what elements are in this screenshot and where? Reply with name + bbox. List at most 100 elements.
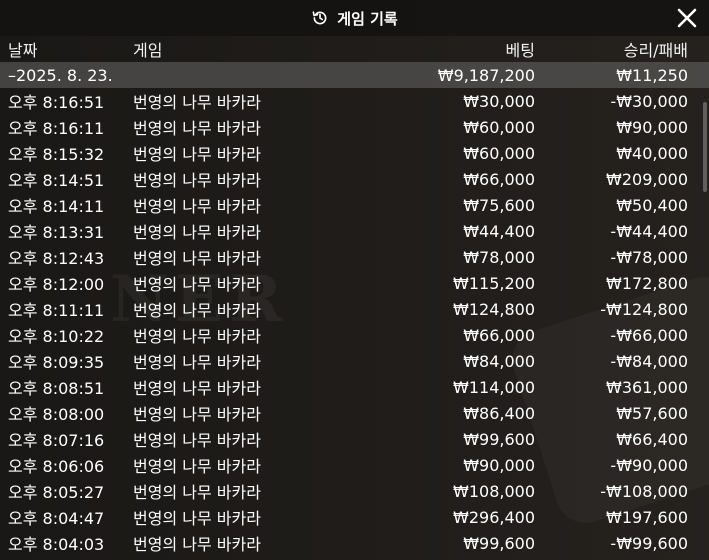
summary-date: –2025. 8. 23. [8, 65, 113, 85]
row-bet: ₩60,000 [463, 117, 535, 137]
table-row[interactable]: 오후 8:14:51 번영의 나무 바카라 ₩66,000 ₩209,000 [0, 166, 709, 192]
title-wrap: 게임 기록 [311, 8, 398, 29]
table-row[interactable]: 오후 8:14:11 번영의 나무 바카라 ₩75,600 ₩50,400 [0, 192, 709, 218]
row-time: 오후 8:13:31 [8, 223, 105, 242]
row-time: 오후 8:16:51 [8, 93, 105, 112]
row-time: 오후 8:12:00 [8, 275, 105, 294]
row-bet: ₩296,400 [453, 507, 535, 527]
row-bet: ₩124,800 [453, 299, 535, 319]
table-row[interactable]: 오후 8:08:51 번영의 나무 바카라 ₩114,000 ₩361,000 [0, 374, 709, 400]
row-win-loss: -₩78,000 [610, 247, 688, 267]
row-win-loss: -₩90,000 [610, 455, 688, 475]
row-game: 번영의 나무 바카라 [133, 171, 261, 190]
row-bet: ₩90,000 [463, 455, 535, 475]
column-header-game[interactable]: 게임 [133, 37, 385, 61]
column-header-date[interactable]: 날짜 [0, 37, 133, 61]
row-bet: ₩99,600 [463, 429, 535, 449]
row-win-loss: ₩209,000 [606, 169, 688, 189]
row-game: 번영의 나무 바카라 [133, 405, 261, 424]
row-game: 번영의 나무 바카라 [133, 535, 261, 554]
summary-bet: ₩9,187,200 [437, 65, 535, 85]
row-win-loss: -₩108,000 [600, 481, 688, 501]
row-time: 오후 8:09:35 [8, 353, 105, 372]
column-header-win-loss[interactable]: 승리/패배 [535, 37, 688, 61]
summary-win-loss: ₩11,250 [616, 65, 688, 85]
close-icon [677, 8, 697, 28]
row-time: 오후 8:14:51 [8, 171, 105, 190]
close-button[interactable] [675, 6, 699, 30]
column-header-bet[interactable]: 베팅 [385, 37, 535, 61]
table-row[interactable]: 오후 8:09:35 번영의 나무 바카라 ₩84,000 -₩84,000 [0, 348, 709, 374]
history-table: 날짜 게임 베팅 승리/패배 –2025. 8. 23. ₩9,187,200 … [0, 36, 709, 556]
table-row[interactable]: 오후 8:12:43 번영의 나무 바카라 ₩78,000 -₩78,000 [0, 244, 709, 270]
row-time: 오후 8:16:11 [8, 119, 105, 138]
row-win-loss: -₩66,000 [610, 325, 688, 345]
table-row[interactable]: 오후 8:11:11 번영의 나무 바카라 ₩124,800 -₩124,800 [0, 296, 709, 322]
row-game: 번영의 나무 바카라 [133, 93, 261, 112]
table-row[interactable]: 오후 8:05:27 번영의 나무 바카라 ₩108,000 -₩108,000 [0, 478, 709, 504]
row-game: 번영의 나무 바카라 [133, 509, 261, 528]
row-bet: ₩66,000 [463, 169, 535, 189]
row-win-loss: -₩30,000 [610, 91, 688, 111]
row-win-loss: -₩124,800 [600, 299, 688, 319]
row-time: 오후 8:10:22 [8, 327, 105, 346]
history-rows: 오후 8:16:51 번영의 나무 바카라 ₩30,000 -₩30,000 오후 8:… [0, 88, 709, 556]
table-row[interactable]: 오후 8:10:22 번영의 나무 바카라 ₩66,000 -₩66,000 [0, 322, 709, 348]
row-game: 번영의 나무 바카라 [133, 119, 261, 138]
row-time: 오후 8:08:51 [8, 379, 105, 398]
table-row[interactable]: 오후 8:16:11 번영의 나무 바카라 ₩60,000 ₩90,000 [0, 114, 709, 140]
row-bet: ₩114,000 [453, 377, 535, 397]
row-game: 번영의 나무 바카라 [133, 327, 261, 346]
game-history-panel: NER 게임 기록 날짜 게임 베팅 승리/패배 –2025. 8. 23. ₩… [0, 0, 709, 560]
row-win-loss: -₩44,400 [610, 221, 688, 241]
table-header: 날짜 게임 베팅 승리/패배 [0, 36, 709, 62]
history-icon [311, 9, 329, 27]
table-row[interactable]: 오후 8:13:31 번영의 나무 바카라 ₩44,400 -₩44,400 [0, 218, 709, 244]
row-win-loss: ₩90,000 [616, 117, 688, 137]
row-time: 오후 8:07:16 [8, 431, 105, 450]
row-time: 오후 8:06:06 [8, 457, 105, 476]
row-game: 번영의 나무 바카라 [133, 223, 261, 242]
title-bar: 게임 기록 [0, 0, 709, 36]
table-row[interactable]: 오후 8:16:51 번영의 나무 바카라 ₩30,000 -₩30,000 [0, 88, 709, 114]
row-bet: ₩84,000 [463, 351, 535, 371]
row-bet: ₩66,000 [463, 325, 535, 345]
row-game: 번영의 나무 바카라 [133, 353, 261, 372]
row-game: 번영의 나무 바카라 [133, 197, 261, 216]
row-time: 오후 8:08:00 [8, 405, 105, 424]
row-win-loss: ₩66,400 [616, 429, 688, 449]
row-time: 오후 8:12:43 [8, 249, 105, 268]
row-time: 오후 8:15:32 [8, 145, 105, 164]
row-bet: ₩44,400 [463, 221, 535, 241]
row-win-loss: ₩197,600 [606, 507, 688, 527]
table-row[interactable]: 오후 8:07:16 번영의 나무 바카라 ₩99,600 ₩66,400 [0, 426, 709, 452]
row-time: 오후 8:04:47 [8, 509, 105, 528]
table-row[interactable]: 오후 8:04:03 번영의 나무 바카라 ₩99,600 -₩99,600 [0, 530, 709, 556]
row-win-loss: -₩84,000 [610, 351, 688, 371]
row-bet: ₩75,600 [463, 195, 535, 215]
row-game: 번영의 나무 바카라 [133, 249, 261, 268]
row-win-loss: -₩99,600 [610, 533, 688, 553]
window-title: 게임 기록 [337, 9, 398, 28]
table-row[interactable]: 오후 8:04:47 번영의 나무 바카라 ₩296,400 ₩197,600 [0, 504, 709, 530]
scrollbar[interactable] [703, 102, 707, 192]
row-win-loss: ₩361,000 [606, 377, 688, 397]
row-bet: ₩115,200 [453, 273, 535, 293]
row-game: 번영의 나무 바카라 [133, 431, 261, 450]
row-game: 번영의 나무 바카라 [133, 379, 261, 398]
row-bet: ₩108,000 [453, 481, 535, 501]
date-summary-row[interactable]: –2025. 8. 23. ₩9,187,200 ₩11,250 [0, 62, 709, 88]
table-row[interactable]: 오후 8:06:06 번영의 나무 바카라 ₩90,000 -₩90,000 [0, 452, 709, 478]
table-row[interactable]: 오후 8:15:32 번영의 나무 바카라 ₩60,000 ₩40,000 [0, 140, 709, 166]
row-win-loss: ₩57,600 [616, 403, 688, 423]
row-time: 오후 8:14:11 [8, 197, 105, 216]
row-game: 번영의 나무 바카라 [133, 145, 261, 164]
row-game: 번영의 나무 바카라 [133, 483, 261, 502]
row-bet: ₩30,000 [463, 91, 535, 111]
row-win-loss: ₩40,000 [616, 143, 688, 163]
row-time: 오후 8:04:03 [8, 535, 105, 554]
row-game: 번영의 나무 바카라 [133, 275, 261, 294]
table-row[interactable]: 오후 8:12:00 번영의 나무 바카라 ₩115,200 ₩172,800 [0, 270, 709, 296]
row-win-loss: ₩50,400 [616, 195, 688, 215]
table-row[interactable]: 오후 8:08:00 번영의 나무 바카라 ₩86,400 ₩57,600 [0, 400, 709, 426]
